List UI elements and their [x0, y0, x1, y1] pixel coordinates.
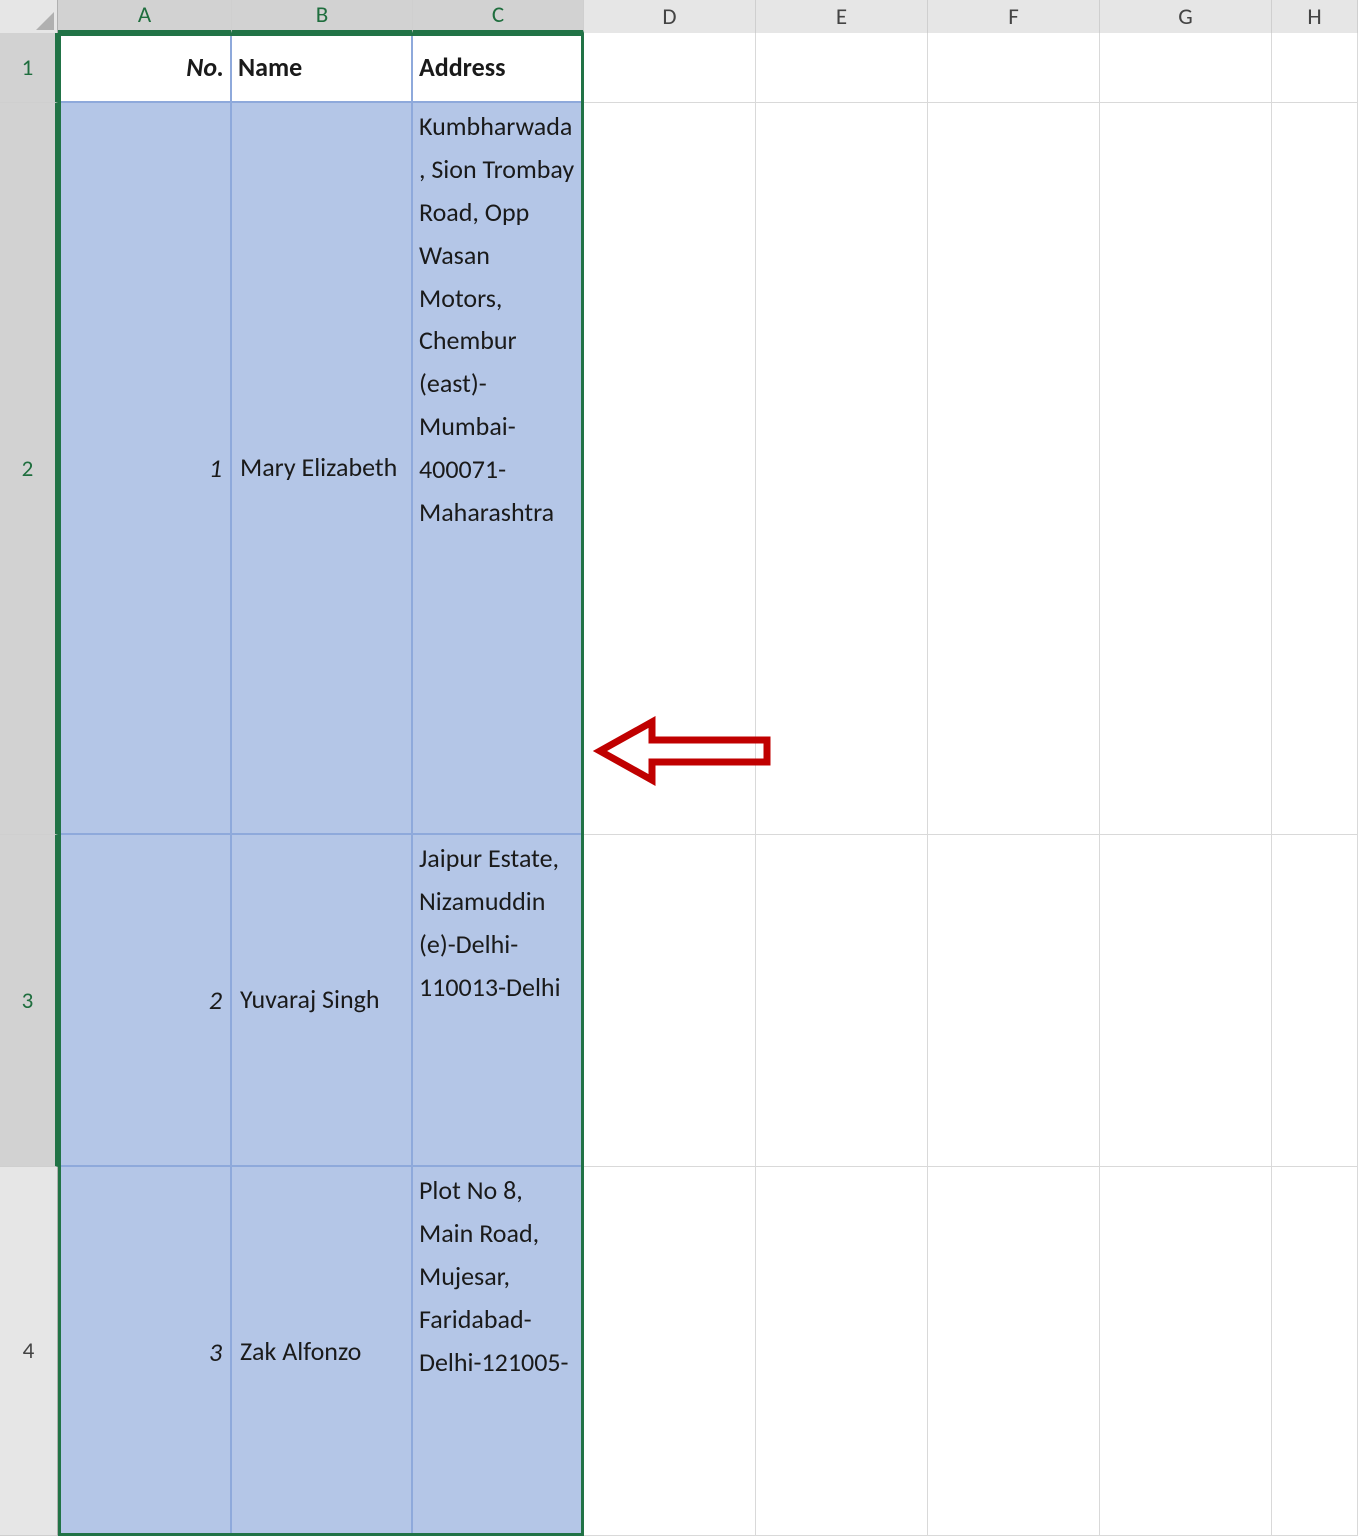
- row-header-4[interactable]: 4: [0, 1167, 58, 1536]
- row-header-1[interactable]: 1: [0, 33, 58, 103]
- cell-C3[interactable]: Jaipur Estate, Nizamuddin (e)-Delhi-1100…: [413, 835, 584, 1167]
- row-header-3[interactable]: 3: [0, 835, 58, 1167]
- cell-H3[interactable]: [1272, 835, 1358, 1167]
- cell-F3[interactable]: [928, 835, 1100, 1167]
- column-header-G[interactable]: G: [1100, 0, 1272, 33]
- column-header-A[interactable]: A: [58, 0, 232, 33]
- cell-G3[interactable]: [1100, 835, 1272, 1167]
- cell-B2[interactable]: Mary Elizabeth: [232, 103, 413, 835]
- column-header-D[interactable]: D: [584, 0, 756, 33]
- cell-B4[interactable]: Zak Alfonzo: [232, 1167, 413, 1536]
- cell-E3[interactable]: [756, 835, 928, 1167]
- cell-D1[interactable]: [584, 33, 756, 103]
- column-header-B[interactable]: B: [232, 0, 413, 33]
- cell-F1[interactable]: [928, 33, 1100, 103]
- cell-G2[interactable]: [1100, 103, 1272, 835]
- column-header-H[interactable]: H: [1272, 0, 1358, 33]
- cell-H2[interactable]: [1272, 103, 1358, 835]
- cell-A4[interactable]: 3: [58, 1167, 232, 1536]
- cell-D2[interactable]: [584, 103, 756, 835]
- cell-G4[interactable]: [1100, 1167, 1272, 1536]
- cell-C4[interactable]: Plot No 8, Main Road, Mujesar, Faridabad…: [413, 1167, 584, 1536]
- cell-C1[interactable]: Address: [413, 33, 584, 103]
- cell-D4[interactable]: [584, 1167, 756, 1536]
- column-header-E[interactable]: E: [756, 0, 928, 33]
- column-headers: ABCDEFGH: [0, 0, 1358, 33]
- cell-F4[interactable]: [928, 1167, 1100, 1536]
- select-all-icon: [36, 12, 54, 30]
- cell-E2[interactable]: [756, 103, 928, 835]
- cell-A2[interactable]: 1: [58, 103, 232, 835]
- column-header-F[interactable]: F: [928, 0, 1100, 33]
- cell-G1[interactable]: [1100, 33, 1272, 103]
- cell-C2[interactable]: Kumbharwada, Sion Trombay Road, Opp Wasa…: [413, 103, 584, 835]
- cell-A3[interactable]: 2: [58, 835, 232, 1167]
- spreadsheet: ABCDEFGH 1234 No.NameAddress1Mary Elizab…: [0, 0, 1358, 1536]
- cell-B3[interactable]: Yuvaraj Singh: [232, 835, 413, 1167]
- column-header-C[interactable]: C: [413, 0, 584, 33]
- cell-A1[interactable]: No.: [58, 33, 232, 103]
- cell-E1[interactable]: [756, 33, 928, 103]
- row-header-2[interactable]: 2: [0, 103, 58, 835]
- cell-D3[interactable]: [584, 835, 756, 1167]
- cells-area[interactable]: No.NameAddress 1Mary ElizabethKumbharwada…: [58, 33, 1358, 1536]
- cell-F2[interactable]: [928, 103, 1100, 835]
- select-all-corner[interactable]: [0, 0, 58, 33]
- cell-E4[interactable]: [756, 1167, 928, 1536]
- cell-B1[interactable]: Name: [232, 33, 413, 103]
- cell-H1[interactable]: [1272, 33, 1358, 103]
- row-headers: 1234: [0, 33, 58, 1536]
- cell-H4[interactable]: [1272, 1167, 1358, 1536]
